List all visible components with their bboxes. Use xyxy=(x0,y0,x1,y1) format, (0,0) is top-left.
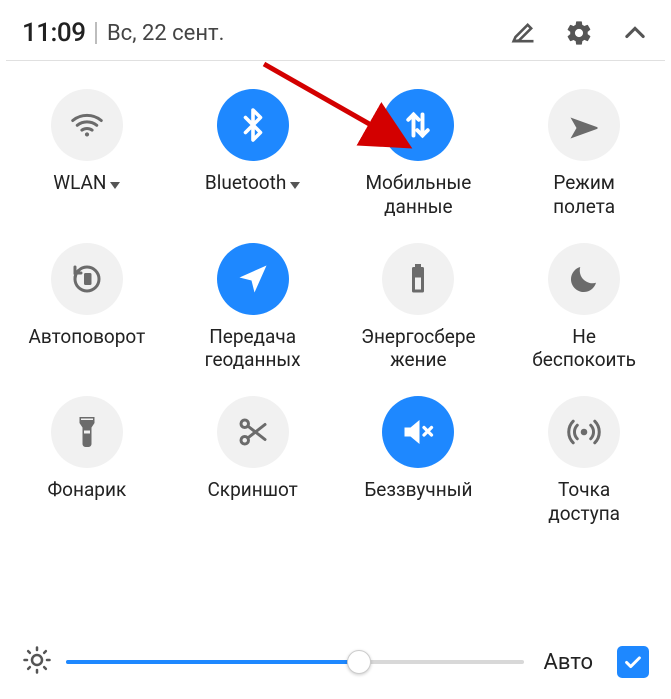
tile-label: Мобильные данные xyxy=(365,171,471,219)
tile-screenshot[interactable]: Скриншот xyxy=(170,396,336,526)
brightness-icon xyxy=(22,645,52,679)
battery-icon xyxy=(382,243,454,315)
status-header: 11:09 Вс, 22 сент. xyxy=(0,0,671,60)
tile-label: Энергосбере жение xyxy=(361,325,475,373)
tile-label: Передача геоданных xyxy=(205,325,301,373)
airplane-icon xyxy=(548,89,620,161)
tile-label: WLAN xyxy=(53,171,120,195)
date: Вс, 22 сент. xyxy=(107,21,224,46)
tile-label: Не беспокоить xyxy=(532,325,636,373)
divider xyxy=(95,22,97,44)
tile-label: Скриншот xyxy=(207,478,297,502)
auto-brightness-label: Авто xyxy=(544,650,593,675)
scissors-icon xyxy=(217,396,289,468)
moon-icon xyxy=(548,243,620,315)
edit-icon[interactable] xyxy=(509,19,537,47)
quick-settings-grid: WLAN Bluetooth Мобильные данные Режим по… xyxy=(0,61,671,526)
tile-label: Режим полета xyxy=(553,171,615,219)
mobile-data-icon xyxy=(382,89,454,161)
tile-label: Автоповорот xyxy=(29,325,146,349)
tile-flashlight[interactable]: Фонарик xyxy=(4,396,170,526)
wifi-icon xyxy=(51,89,123,161)
tile-wlan[interactable]: WLAN xyxy=(4,89,170,219)
tile-location[interactable]: Передача геоданных xyxy=(170,243,336,373)
settings-icon[interactable] xyxy=(565,19,593,47)
tile-label: Точка доступа xyxy=(548,478,620,526)
hotspot-icon xyxy=(548,396,620,468)
location-icon xyxy=(217,243,289,315)
tile-label: Bluetooth xyxy=(205,171,300,195)
tile-label: Фонарик xyxy=(48,478,127,502)
clock: 11:09 xyxy=(22,18,85,48)
autorotate-icon xyxy=(51,243,123,315)
collapse-icon[interactable] xyxy=(621,19,649,47)
bluetooth-icon xyxy=(217,89,289,161)
flashlight-icon xyxy=(51,396,123,468)
tile-battery-saver[interactable]: Энергосбере жение xyxy=(336,243,502,373)
tile-bluetooth[interactable]: Bluetooth xyxy=(170,89,336,219)
tile-airplane-mode[interactable]: Режим полета xyxy=(501,89,667,219)
tile-label: Беззвучный xyxy=(364,478,472,502)
mute-icon xyxy=(382,396,454,468)
tile-mobile-data[interactable]: Мобильные данные xyxy=(336,89,502,219)
brightness-slider[interactable] xyxy=(66,647,524,677)
tile-hotspot[interactable]: Точка доступа xyxy=(501,396,667,526)
tile-dnd[interactable]: Не беспокоить xyxy=(501,243,667,373)
tile-autorotate[interactable]: Автоповорот xyxy=(4,243,170,373)
auto-brightness-checkbox[interactable] xyxy=(617,646,649,678)
brightness-row: Авто xyxy=(0,645,671,679)
tile-mute[interactable]: Беззвучный xyxy=(336,396,502,526)
